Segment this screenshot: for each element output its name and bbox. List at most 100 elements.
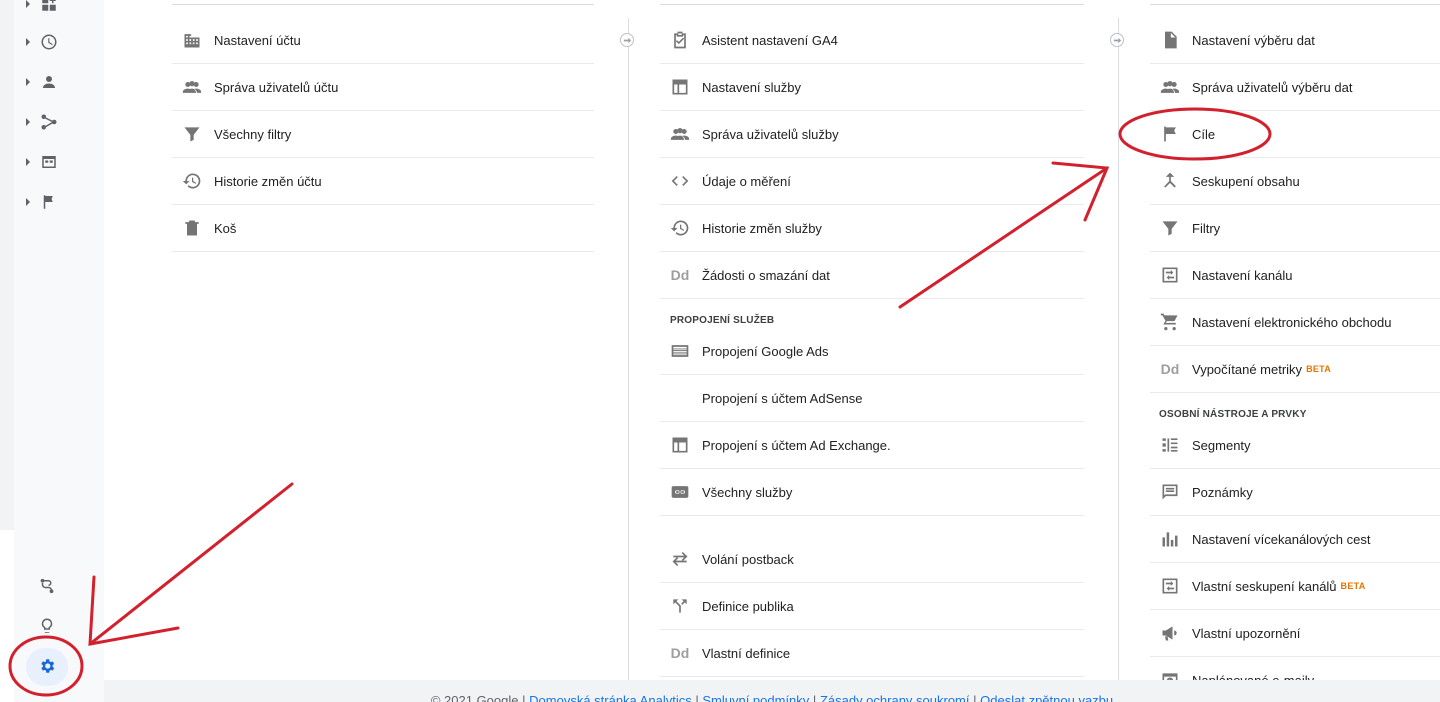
menu-item-label: Historie změn služby	[702, 220, 822, 236]
dd-icon: Dd	[1158, 357, 1182, 381]
menu-item-label: Vlastní definice	[702, 645, 791, 661]
menu-item-megaphone[interactable]: Vlastní upozornění	[1150, 610, 1440, 657]
menu-item-layout[interactable]: Nastavení služby	[660, 64, 1084, 111]
column-arrow-button[interactable]	[1110, 33, 1124, 47]
clipboard-check-icon	[668, 28, 692, 52]
expand-caret-icon[interactable]	[26, 78, 30, 86]
menu-item-people[interactable]: Správa uživatelů výběru dat	[1150, 64, 1440, 111]
filter-icon	[180, 122, 204, 146]
rail-item-customization[interactable]	[20, 0, 80, 16]
expand-caret-icon[interactable]	[26, 38, 30, 46]
section-title: PROPOJENÍ SLUŽEB	[670, 315, 775, 326]
menu-item-filter[interactable]: Filtry	[1150, 205, 1440, 252]
menu-item-merge[interactable]: Seskupení obsahu	[1150, 158, 1440, 205]
link-icon	[668, 480, 692, 504]
menu-item-label: Nastavení kanálu	[1192, 267, 1293, 283]
menu-item-label: Volání postback	[702, 551, 794, 567]
code-icon	[668, 169, 692, 193]
ads-list-icon	[668, 339, 692, 363]
conversions-flag-icon	[40, 193, 58, 211]
menu-item-people[interactable]: Správa uživatelů účtu	[172, 64, 594, 111]
menu-item-link[interactable]: Všechny služby	[660, 469, 1084, 516]
menu-item-flag[interactable]: Cíle	[1150, 111, 1440, 158]
menu-item-label: Nastavení účtu	[214, 32, 301, 48]
menu-item-clipboard-check[interactable]: Asistent nastavení GA4	[660, 17, 1084, 64]
audience-person-icon	[40, 73, 58, 91]
menu-item-audience-fork[interactable]: Definice publika	[660, 583, 1084, 630]
document-icon	[1158, 28, 1182, 52]
menu-item-ads-list[interactable]: Propojení Google Ads	[660, 328, 1084, 375]
admin-gear-icon	[38, 657, 56, 678]
menu-item-bar-chart[interactable]: Nastavení vícekanálových cest	[1150, 516, 1440, 563]
menu-item-label: Vypočítané metriky	[1192, 361, 1303, 377]
rail-item-acquisition[interactable]	[20, 110, 80, 134]
rail-item-audience[interactable]	[20, 70, 80, 94]
column-arrow-button[interactable]	[620, 33, 634, 47]
footer-link-feedback[interactable]: Odeslat zpětnou vazbu	[980, 693, 1113, 702]
rail-item-behavior[interactable]	[20, 150, 80, 174]
behavior-icon	[40, 153, 58, 171]
annotation-icon	[1158, 480, 1182, 504]
menu-item-cart[interactable]: Nastavení elektronického obchodu	[1150, 299, 1440, 346]
footer-separator: |	[695, 693, 699, 702]
none	[668, 386, 692, 410]
footer-copyright: © 2021 Google	[430, 693, 519, 702]
rail-item-conversions[interactable]	[20, 190, 80, 214]
menu-item-channel[interactable]: Nastavení kanálu	[1150, 252, 1440, 299]
expand-caret-icon[interactable]	[26, 158, 30, 166]
discover-button[interactable]	[36, 616, 58, 638]
menu-item-building[interactable]: Nastavení účtu	[172, 17, 594, 64]
discover-lightbulb-icon	[38, 617, 56, 638]
menu-item-label: Žádosti o smazání dat	[702, 267, 830, 283]
expand-caret-icon[interactable]	[26, 118, 30, 126]
channel-icon	[1158, 263, 1182, 287]
merge-icon	[1158, 169, 1182, 193]
menu-item-postback[interactable]: Volání postback	[660, 536, 1084, 583]
menu-item-channel[interactable]: Vlastní seskupení kanálů BETA	[1150, 563, 1440, 610]
beta-badge: BETA	[1306, 364, 1332, 374]
menu-item-label: Segmenty	[1192, 437, 1251, 453]
menu-item-people[interactable]: Správa uživatelů služby	[660, 111, 1084, 158]
column-top-rule	[1150, 4, 1440, 5]
footer-link-privacy[interactable]: Zásady ochrany soukromí	[820, 693, 970, 702]
menu-item-layout[interactable]: Propojení s účtem Ad Exchange.	[660, 422, 1084, 469]
menu-item-history[interactable]: Historie změn účtu	[172, 158, 594, 205]
rail-item-realtime[interactable]	[20, 30, 80, 54]
menu-item-code[interactable]: Údaje o měření	[660, 158, 1084, 205]
menu-item-dd[interactable]: Dd Vypočítané metriky BETA	[1150, 346, 1440, 393]
menu-item-filter[interactable]: Všechny filtry	[172, 111, 594, 158]
trash-icon	[180, 216, 204, 240]
dd-icon-text: Dd	[670, 645, 690, 661]
menu-item-label: Propojení s účtem AdSense	[702, 390, 863, 406]
flag-icon	[1158, 122, 1182, 146]
history-icon	[668, 216, 692, 240]
attribution-button[interactable]	[36, 576, 58, 598]
layout-icon	[668, 433, 692, 457]
menu-item-document[interactable]: Nastavení výběru dat	[1150, 17, 1440, 64]
menu-item-label: Nastavení elektronického obchodu	[1192, 314, 1392, 330]
filter-icon	[1158, 216, 1182, 240]
menu-item-dd[interactable]: Dd Žádosti o smazání dat	[660, 252, 1084, 299]
menu-item-annotation[interactable]: Poznámky	[1150, 469, 1440, 516]
menu-item-none[interactable]: Propojení s účtem AdSense	[660, 375, 1084, 422]
menu-item-dd[interactable]: Dd Vlastní definice	[660, 630, 1084, 677]
menu-item-segments[interactable]: Segmenty	[1150, 422, 1440, 469]
arrow-right-icon	[623, 37, 631, 43]
menu-item-trash[interactable]: Koš	[172, 205, 594, 252]
menu-item-label: Asistent nastavení GA4	[702, 32, 838, 48]
people-icon	[180, 75, 204, 99]
menu-item-label: Údaje o měření	[702, 173, 791, 189]
acquisition-icon	[40, 113, 58, 131]
admin-button[interactable]	[26, 648, 68, 686]
footer-link-home[interactable]: Domovská stránka Analytics	[529, 693, 692, 702]
realtime-clock-icon	[40, 33, 58, 51]
menu-item-label: Nastavení služby	[702, 79, 801, 95]
footer-link-terms[interactable]: Smluvní podmínky	[702, 693, 809, 702]
menu-item-label: Poznámky	[1192, 484, 1253, 500]
menu-item-history[interactable]: Historie změn služby	[660, 205, 1084, 252]
menu-item-label: Správa uživatelů účtu	[214, 79, 339, 95]
expand-caret-icon[interactable]	[26, 0, 30, 8]
column-divider	[1118, 18, 1119, 680]
expand-caret-icon[interactable]	[26, 198, 30, 206]
dd-icon-text: Dd	[1160, 361, 1180, 377]
